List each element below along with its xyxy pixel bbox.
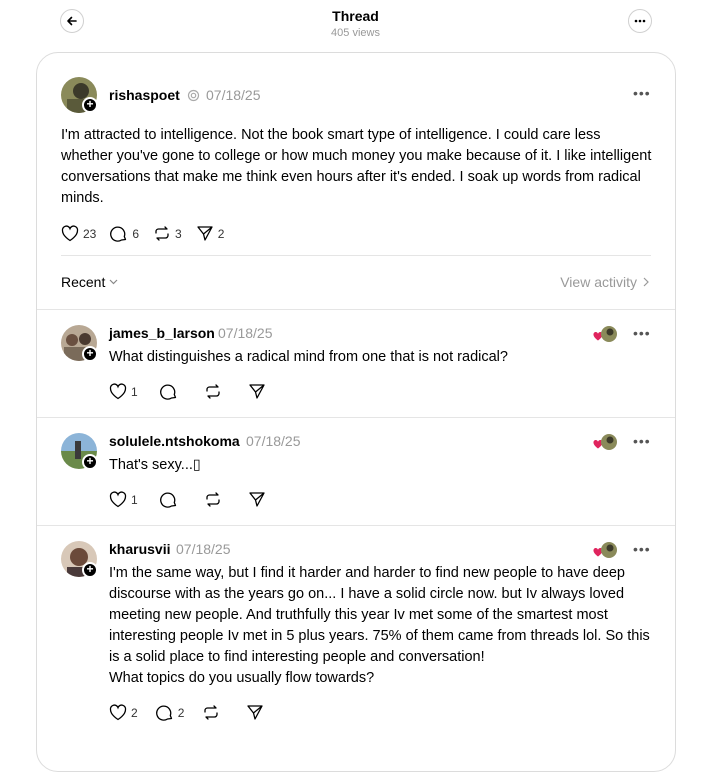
post-text: I'm attracted to intelligence. Not the b… [61, 127, 652, 206]
view-activity-label: View activity [560, 274, 637, 290]
reply-more-icon[interactable]: ••• [633, 433, 651, 449]
heart-icon [109, 491, 127, 508]
reply-more-icon[interactable]: ••• [633, 541, 651, 557]
reply-actions: 2 2 [109, 704, 282, 721]
like-button[interactable]: 2 [109, 704, 138, 721]
repost-icon [204, 705, 219, 720]
like-count: 23 [83, 226, 97, 241]
follow-plus-icon[interactable]: + [82, 454, 98, 470]
send-icon [197, 226, 213, 241]
repost-button[interactable] [204, 383, 226, 400]
reply-text: That's sexy...▯ [109, 457, 201, 473]
divider [37, 309, 675, 310]
reply-count: 2 [177, 705, 185, 720]
sort-label: Recent [61, 274, 106, 290]
share-count: 2 [217, 226, 225, 241]
share-button[interactable] [248, 491, 270, 508]
username[interactable]: james_b_larson [109, 325, 215, 341]
spiral-icon [187, 89, 200, 102]
share-button[interactable]: 2 [196, 225, 225, 242]
username[interactable]: kharusvii [109, 541, 170, 557]
view-count: 405 views [331, 27, 380, 39]
repost-icon [206, 384, 220, 399]
reply-button[interactable] [159, 491, 182, 508]
follow-plus-icon[interactable]: + [82, 97, 98, 113]
heart-icon [61, 225, 79, 242]
author-liked-avatar [601, 434, 617, 450]
repost-icon [155, 226, 169, 241]
divider [61, 255, 651, 256]
username[interactable]: rishaspoet [109, 87, 180, 103]
repost-button[interactable] [204, 491, 226, 508]
like-count: 1 [131, 384, 138, 399]
like-button[interactable]: 1 [109, 491, 138, 508]
page-title: Thread [332, 8, 379, 24]
reply-date: 07/18/25 [246, 433, 301, 449]
repost-icon [206, 492, 220, 507]
send-icon [247, 705, 264, 720]
chevron-down-icon [109, 279, 118, 285]
reply-date: 07/18/25 [218, 325, 273, 341]
reply-button[interactable]: 6 [110, 225, 139, 242]
like-count: 1 [131, 492, 138, 507]
reply-actions: 1 [109, 491, 284, 508]
send-icon [249, 384, 265, 399]
sort-dropdown[interactable]: Recent [61, 274, 118, 290]
share-button[interactable] [246, 704, 268, 721]
chevron-right-icon [643, 277, 649, 287]
author-liked-avatar [601, 542, 617, 558]
like-button[interactable]: 23 [61, 225, 96, 242]
repost-button[interactable]: 3 [153, 225, 182, 242]
divider [37, 417, 675, 418]
comment-icon [159, 492, 176, 508]
share-button[interactable] [248, 383, 270, 400]
comment-icon [110, 226, 127, 242]
more-icon [634, 19, 646, 23]
more-options-button[interactable] [628, 9, 652, 33]
reply-date: 07/18/25 [176, 541, 231, 557]
comment-icon [155, 705, 172, 721]
reply-more-icon[interactable]: ••• [633, 325, 651, 341]
reply-button[interactable]: 2 [155, 704, 185, 721]
divider [37, 525, 675, 526]
reply-actions: 1 [109, 383, 284, 400]
post-date: 07/18/25 [206, 87, 261, 103]
repost-button[interactable] [202, 704, 224, 721]
send-icon [249, 492, 265, 507]
comment-icon [159, 384, 176, 400]
like-button[interactable]: 1 [109, 383, 138, 400]
top-bar: Thread 405 views [0, 0, 727, 50]
author-liked-avatar [601, 326, 617, 342]
username[interactable]: solulele.ntshokoma [109, 433, 240, 449]
thread-card: + rishaspoet 07/18/25 ••• I'm attracted … [36, 52, 676, 772]
repost-count: 3 [175, 226, 182, 241]
view-activity-link[interactable]: View activity [560, 274, 649, 290]
heart-icon [109, 704, 127, 721]
post-more-icon[interactable]: ••• [633, 85, 651, 101]
reply-button[interactable] [159, 383, 182, 400]
heart-icon [109, 383, 127, 400]
like-count: 2 [131, 705, 138, 720]
follow-plus-icon[interactable]: + [82, 346, 98, 362]
post-actions: 23 6 3 2 [61, 225, 238, 242]
follow-plus-icon[interactable]: + [82, 562, 98, 578]
reply-text: What distinguishes a radical mind from o… [109, 349, 508, 365]
reply-count: 6 [132, 226, 140, 241]
reply-text: I'm the same way, but I find it harder a… [109, 565, 650, 686]
